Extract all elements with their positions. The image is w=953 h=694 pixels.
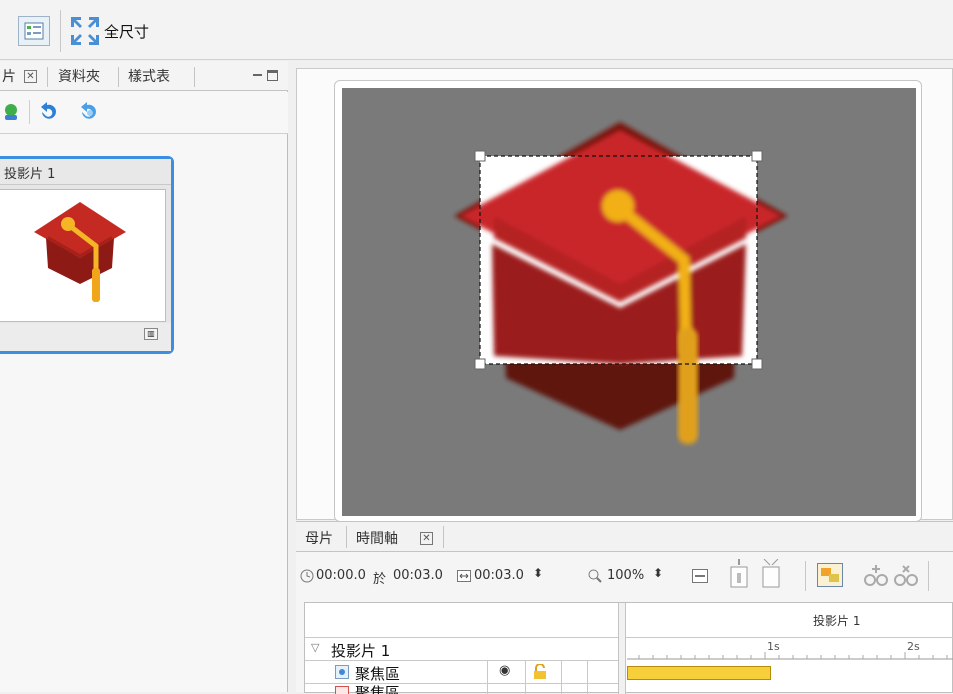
properties-button[interactable]: [18, 16, 50, 46]
slides-panel: 片 ✕ 資料夾 樣式表 投影片 1: [0, 61, 288, 692]
slide-thumbnail[interactable]: 投影片 1 ▥: [0, 156, 174, 354]
user-icon[interactable]: [2, 102, 22, 122]
graduation-cap-thumb-icon: [28, 196, 132, 314]
link-add-icon[interactable]: [862, 563, 890, 587]
focus-area-2-icon: [335, 686, 349, 694]
fullsize-label: 全尺寸: [104, 21, 149, 42]
slide-options-icon[interactable]: ▥: [144, 328, 158, 340]
duration-icon: [457, 570, 471, 582]
resize-handle-tl[interactable]: [475, 151, 485, 161]
resize-handle-bl[interactable]: [475, 359, 485, 369]
expand-arrow-icon[interactable]: ▽: [311, 641, 319, 654]
timeline-table: 投影片 1 1s 2s ▽ 投影片 1: [304, 602, 953, 693]
time-ruler[interactable]: 1s 2s: [627, 638, 953, 660]
timeline-tabbar: 母片 時間軸 ✕: [296, 522, 953, 552]
timeline-panel: 母片 時間軸 ✕ 00:00.0 於 00:03.0 00:03.0 ⬍ 100…: [296, 521, 953, 692]
align-start-icon[interactable]: [728, 559, 750, 589]
tab-timeline[interactable]: 時間軸: [356, 528, 398, 548]
resize-handle-br[interactable]: [752, 359, 762, 369]
timeline-bar-focus[interactable]: [627, 666, 771, 680]
total-time: 00:03.0: [393, 568, 443, 583]
main-toolbar: 全尺寸: [0, 0, 953, 60]
tab-master[interactable]: 母片: [305, 528, 333, 548]
tree-row-slide[interactable]: ▽ 投影片 1: [305, 638, 618, 660]
align-end-icon[interactable]: [760, 559, 782, 589]
tree-focus-2-label: 聚焦區: [355, 684, 400, 694]
clock-icon: [300, 569, 314, 583]
timeline-controls: 00:00.0 於 00:03.0 00:03.0 ⬍ 100% ⬍: [296, 553, 953, 599]
slide-title: 投影片 1: [4, 163, 55, 182]
resize-handle-tr[interactable]: [752, 151, 762, 161]
undo-icon[interactable]: [38, 102, 60, 122]
tab-folder[interactable]: 資料夾: [58, 63, 100, 91]
close-timeline-icon[interactable]: ✕: [420, 532, 433, 545]
stage-svg: [342, 88, 916, 516]
zoom-stepper-icon[interactable]: ⬍: [653, 566, 663, 580]
tree-row-focus-2[interactable]: 聚焦區: [305, 684, 618, 694]
track-header-slide: 投影片 1: [813, 612, 860, 629]
duration-input[interactable]: 00:03.0: [474, 568, 524, 583]
minimize-icon[interactable]: [253, 74, 262, 76]
tree-focus-label: 聚焦區: [355, 663, 400, 684]
tab-slides[interactable]: 片: [2, 63, 16, 91]
zoom-input[interactable]: 100%: [607, 568, 644, 583]
slides-icon-bar: [0, 92, 288, 134]
time-connector: 於: [373, 568, 386, 587]
properties-icon: [24, 22, 44, 40]
show-effects-icon[interactable]: [817, 563, 843, 587]
link-remove-icon[interactable]: [892, 563, 920, 587]
left-tabbar: 片 ✕ 資料夾 樣式表: [0, 61, 288, 91]
zoom-icon: [588, 569, 602, 583]
tab-stylesheet[interactable]: 樣式表: [128, 63, 170, 91]
duration-stepper-icon[interactable]: ⬍: [533, 566, 543, 580]
fullsize-icon: [68, 14, 102, 48]
undo-all-icon[interactable]: [78, 102, 100, 122]
close-tab-icon[interactable]: ✕: [24, 70, 37, 83]
visibility-eye-icon[interactable]: ◉: [499, 663, 510, 678]
focus-area-icon: [335, 665, 349, 679]
current-time[interactable]: 00:00.0: [316, 568, 366, 583]
maximize-icon[interactable]: [267, 70, 278, 81]
tree-row-focus-1[interactable]: 聚焦區 ◉: [305, 661, 618, 683]
lock-icon[interactable]: [533, 664, 547, 680]
ruler-label-2s: 2s: [907, 640, 920, 653]
slide-preview: [0, 189, 166, 322]
fit-icon[interactable]: [692, 569, 708, 583]
fullsize-button[interactable]: 全尺寸: [68, 14, 149, 48]
stage-canvas[interactable]: [342, 88, 916, 516]
tree-slide-label: 投影片 1: [331, 640, 390, 661]
ruler-label-1s: 1s: [767, 640, 780, 653]
